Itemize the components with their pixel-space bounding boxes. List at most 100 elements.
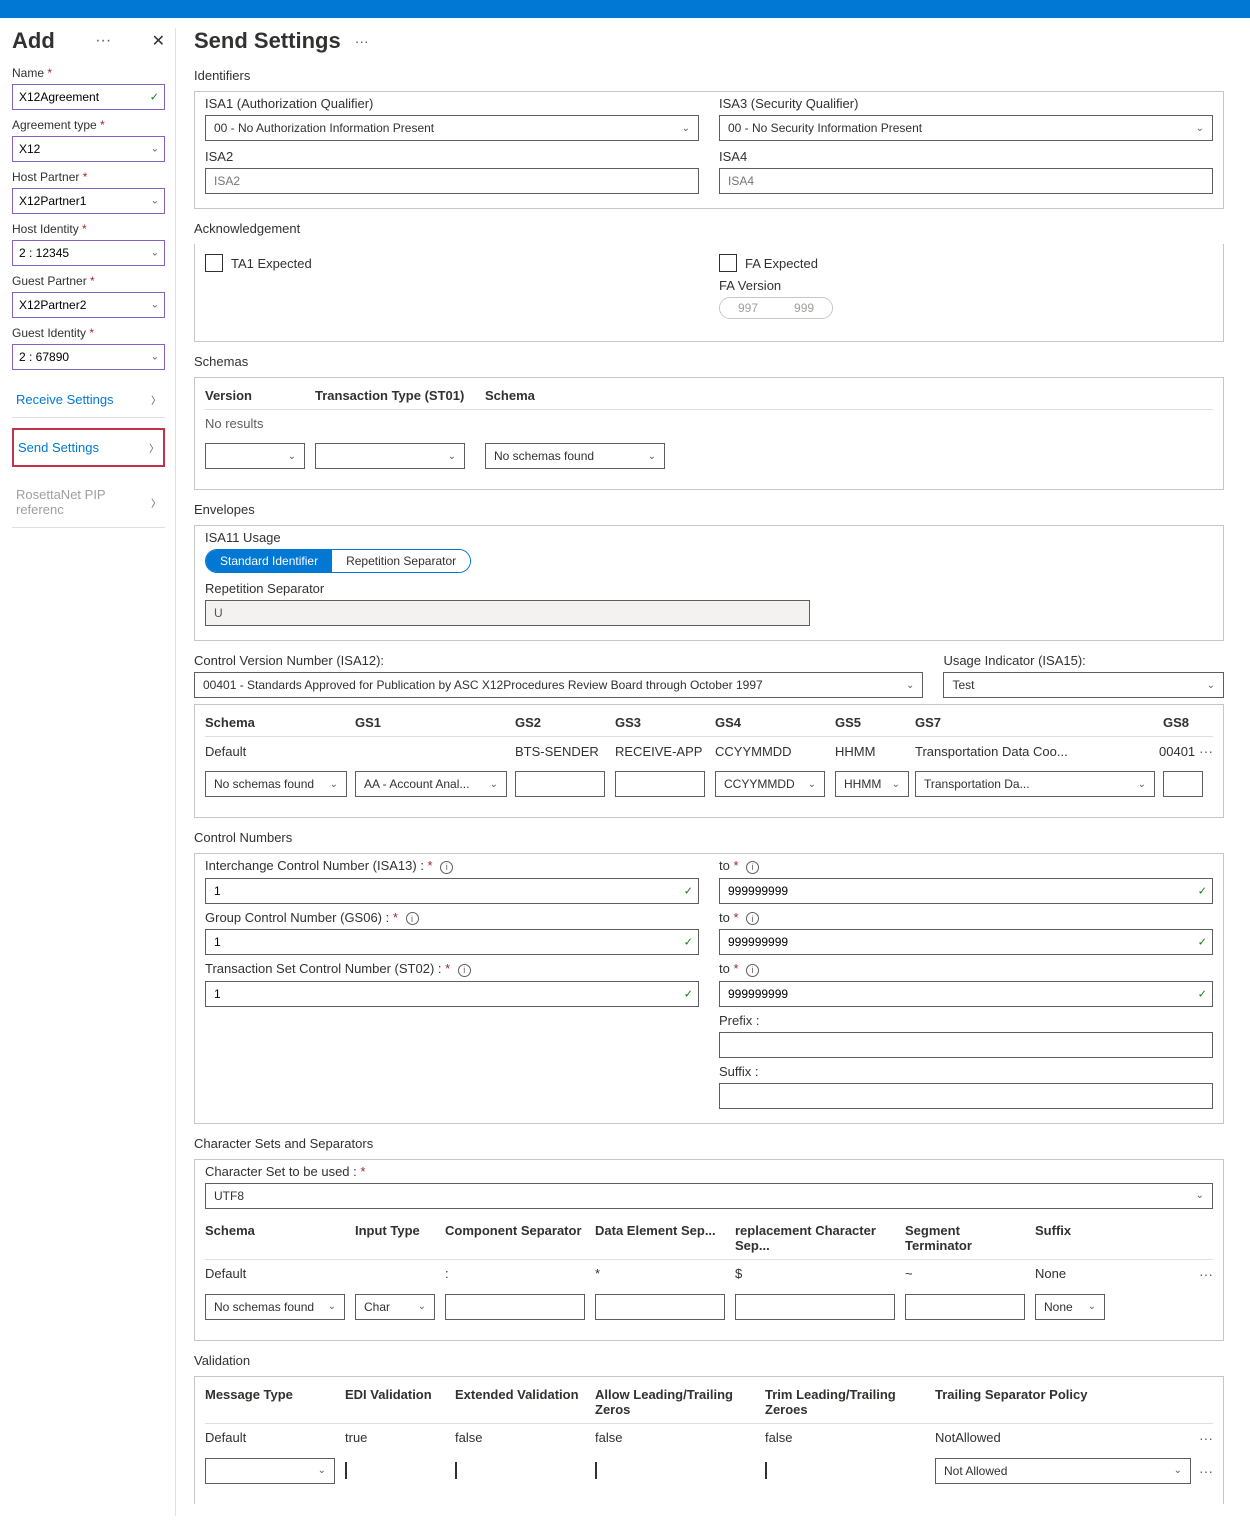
isa12-select[interactable]: 00401 - Standards Approved for Publicati… xyxy=(194,672,923,698)
val-edi-checkbox[interactable] xyxy=(345,1462,347,1479)
page-more-icon[interactable]: ··· xyxy=(355,33,369,49)
fa-version-toggle[interactable]: 997999 xyxy=(719,297,833,319)
guest-identity-select[interactable] xyxy=(12,344,165,370)
schema-version-select[interactable]: ⌄ xyxy=(205,443,305,469)
check-icon: ✓ xyxy=(684,936,693,949)
cs-segterm-input[interactable] xyxy=(905,1294,1025,1320)
row-more-icon[interactable]: ··· xyxy=(1199,743,1213,759)
fa-checkbox[interactable]: FA Expected xyxy=(719,254,1213,272)
ta1-checkbox[interactable]: TA1 Expected xyxy=(205,254,699,272)
page-title: Send Settings xyxy=(194,28,341,54)
env-gs1-select[interactable]: AA - Account Anal...⌄ xyxy=(355,771,507,797)
val-msgtype-select[interactable]: ⌄ xyxy=(205,1458,335,1484)
guest-partner-label: Guest Partner * xyxy=(12,274,165,288)
info-icon[interactable]: i xyxy=(458,964,471,977)
check-icon: ✓ xyxy=(684,884,693,897)
isa15-label: Usage Indicator (ISA15): xyxy=(943,653,1224,668)
isa2-label: ISA2 xyxy=(205,149,699,164)
cs-datasep-input[interactable] xyxy=(595,1294,725,1320)
row-more-icon[interactable]: ··· xyxy=(1199,1430,1213,1446)
st02-from-input[interactable] xyxy=(205,981,699,1007)
isa13-to-label: to * i xyxy=(719,858,1213,874)
control-numbers-section: Interchange Control Number (ISA13) : * i… xyxy=(194,853,1224,1124)
isa15-select[interactable]: Test⌄ xyxy=(943,672,1224,698)
schema-txtype-select[interactable]: ⌄ xyxy=(315,443,465,469)
fa-version-label: FA Version xyxy=(719,278,1213,293)
receive-settings-link[interactable]: Receive Settings〉 xyxy=(12,382,165,418)
prefix-input[interactable] xyxy=(719,1032,1213,1058)
val-policy-select[interactable]: Not Allowed⌄ xyxy=(935,1458,1191,1484)
guest-identity-label: Guest Identity * xyxy=(12,326,165,340)
envelope-grid: Schema GS1 GS2 GS3 GS4 GS5 GS7 GS8 Defau… xyxy=(194,704,1224,818)
env-gs7-select[interactable]: Transportation Da...⌄ xyxy=(915,771,1155,797)
agreement-type-select[interactable] xyxy=(12,136,165,162)
envelopes-label: Envelopes xyxy=(194,502,1224,517)
host-partner-select[interactable] xyxy=(12,188,165,214)
send-settings-link[interactable]: Send Settings〉 xyxy=(12,428,165,467)
sidebar-more-icon[interactable]: ··· xyxy=(95,32,111,50)
env-gs4-select[interactable]: CCYYMMDD⌄ xyxy=(715,771,825,797)
env-gs8-input[interactable] xyxy=(1163,771,1203,797)
charset-section: Character Set to be used : * UTF8⌄ Schem… xyxy=(194,1159,1224,1341)
cs-schema-select[interactable]: No schemas found⌄ xyxy=(205,1294,345,1320)
suffix-label: Suffix : xyxy=(719,1064,1213,1079)
val-leading-checkbox[interactable] xyxy=(595,1462,597,1479)
isa1-select[interactable]: 00 - No Authorization Information Presen… xyxy=(205,115,699,141)
host-identity-label: Host Identity * xyxy=(12,222,165,236)
gs06-to-label: to * i xyxy=(719,910,1213,926)
env-gs3-input[interactable] xyxy=(615,771,705,797)
rosettanet-link[interactable]: RosettaNet PIP referenc〉 xyxy=(12,477,165,528)
cs-suffix-select[interactable]: None⌄ xyxy=(1035,1294,1105,1320)
identifiers-label: Identifiers xyxy=(194,68,1224,83)
host-identity-select[interactable] xyxy=(12,240,165,266)
cs-inputtype-select[interactable]: Char⌄ xyxy=(355,1294,435,1320)
val-trim-checkbox[interactable] xyxy=(765,1462,767,1479)
gs06-from-input[interactable] xyxy=(205,929,699,955)
add-sidebar: Add ··· ✕ Name * ✓ Agreement type * ⌄ Ho… xyxy=(12,28,176,1516)
ack-section: TA1 Expected FA Expected FA Version 9979… xyxy=(194,244,1224,342)
schema-select[interactable]: No schemas found⌄ xyxy=(485,443,665,469)
chevron-down-icon: ⌄ xyxy=(682,123,690,134)
info-icon[interactable]: i xyxy=(746,964,759,977)
env-gs2-input[interactable] xyxy=(515,771,605,797)
info-icon[interactable]: i xyxy=(746,861,759,874)
charset-used-label: Character Set to be used : * xyxy=(205,1164,1213,1179)
val-ext-checkbox[interactable] xyxy=(455,1462,457,1479)
guest-partner-select[interactable] xyxy=(12,292,165,318)
no-results: No results xyxy=(205,410,1213,437)
name-field[interactable] xyxy=(12,84,165,110)
cs-replsep-input[interactable] xyxy=(735,1294,895,1320)
gs06-to-input[interactable] xyxy=(719,929,1213,955)
sidebar-title: Add xyxy=(12,28,55,54)
check-icon: ✓ xyxy=(150,91,159,104)
identifiers-section: ISA1 (Authorization Qualifier) 00 - No A… xyxy=(194,91,1224,209)
charset-label: Character Sets and Separators xyxy=(194,1136,1224,1151)
isa13-to-input[interactable] xyxy=(719,878,1213,904)
cs-compsep-input[interactable] xyxy=(445,1294,585,1320)
row-more-icon[interactable]: ··· xyxy=(1199,1463,1213,1479)
isa4-input[interactable] xyxy=(719,168,1213,194)
charset-select[interactable]: UTF8⌄ xyxy=(205,1183,1213,1209)
info-icon[interactable]: i xyxy=(746,912,759,925)
close-icon[interactable]: ✕ xyxy=(152,31,165,51)
isa11-label: ISA11 Usage xyxy=(205,530,1213,545)
env-gs5-select[interactable]: HHMM⌄ xyxy=(835,771,909,797)
check-icon: ✓ xyxy=(1198,987,1207,1000)
name-label: Name * xyxy=(12,66,165,80)
info-icon[interactable]: i xyxy=(440,861,453,874)
isa2-input[interactable] xyxy=(205,168,699,194)
validation-section: Message Type EDI Validation Extended Val… xyxy=(194,1376,1224,1504)
isa11-toggle[interactable]: Standard Identifier Repetition Separator xyxy=(205,549,471,573)
info-icon[interactable]: i xyxy=(406,912,419,925)
isa3-select[interactable]: 00 - No Security Information Present⌄ xyxy=(719,115,1213,141)
isa13-from-input[interactable] xyxy=(205,878,699,904)
chevron-down-icon: ⌄ xyxy=(1196,123,1204,134)
isa3-label: ISA3 (Security Qualifier) xyxy=(719,96,1213,111)
agreement-type-label: Agreement type * xyxy=(12,118,165,132)
st02-to-input[interactable] xyxy=(719,981,1213,1007)
suffix-input[interactable] xyxy=(719,1083,1213,1109)
env-schema-select[interactable]: No schemas found⌄ xyxy=(205,771,347,797)
check-icon: ✓ xyxy=(1198,884,1207,897)
isa13-label: Interchange Control Number (ISA13) : * i xyxy=(205,858,699,874)
row-more-icon[interactable]: ··· xyxy=(1199,1266,1213,1282)
